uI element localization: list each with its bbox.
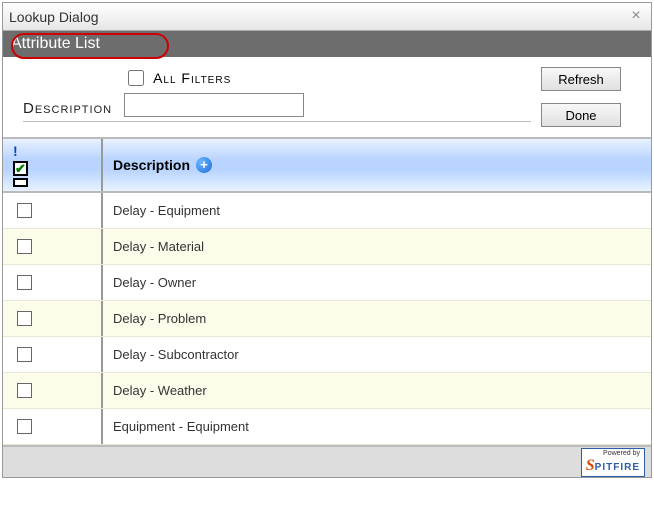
row-select-cell bbox=[3, 337, 103, 372]
description-column-header[interactable]: Description + bbox=[103, 157, 651, 173]
row-description: Delay - Material bbox=[103, 229, 651, 264]
row-description: Delay - Subcontractor bbox=[103, 337, 651, 372]
row-checkbox[interactable] bbox=[17, 239, 32, 254]
row-description: Equipment - Equipment bbox=[103, 409, 651, 444]
row-select-cell bbox=[3, 265, 103, 300]
all-filters-label: All Filters bbox=[153, 70, 231, 86]
row-select-cell bbox=[3, 373, 103, 408]
dialog-title: Lookup Dialog bbox=[9, 9, 99, 25]
row-select-cell bbox=[3, 409, 103, 444]
results-grid: ! Description + Delay - EquipmentDelay -… bbox=[3, 137, 651, 447]
table-row[interactable]: Delay - Owner bbox=[3, 265, 651, 301]
table-row[interactable]: Delay - Problem bbox=[3, 301, 651, 337]
deselect-all-checkbox[interactable] bbox=[13, 178, 28, 187]
row-select-cell bbox=[3, 229, 103, 264]
row-description: Delay - Equipment bbox=[103, 193, 651, 228]
dialog-subtitle: Attribute List bbox=[3, 31, 651, 57]
plus-icon[interactable]: + bbox=[196, 157, 212, 173]
excl-icon: ! bbox=[13, 143, 91, 159]
lookup-dialog: Lookup Dialog × Attribute List Descripti… bbox=[2, 2, 652, 478]
row-checkbox[interactable] bbox=[17, 347, 32, 362]
row-description: Delay - Problem bbox=[103, 301, 651, 336]
grid-header: ! Description + bbox=[3, 139, 651, 193]
footer: Powered by SPITFIRE bbox=[3, 447, 651, 477]
row-description: Delay - Weather bbox=[103, 373, 651, 408]
row-select-cell bbox=[3, 301, 103, 336]
select-column-header: ! bbox=[3, 139, 103, 191]
powered-by-label: Powered by bbox=[603, 450, 640, 457]
brand-badge[interactable]: Powered by SPITFIRE bbox=[581, 448, 645, 477]
all-filters-checkbox[interactable] bbox=[128, 70, 144, 86]
table-row[interactable]: Delay - Weather bbox=[3, 373, 651, 409]
select-all-checkbox[interactable] bbox=[13, 161, 28, 176]
row-checkbox[interactable] bbox=[17, 203, 32, 218]
description-input[interactable] bbox=[124, 93, 304, 117]
table-row[interactable]: Delay - Subcontractor bbox=[3, 337, 651, 373]
brand-initial: S bbox=[586, 457, 595, 474]
table-row[interactable]: Equipment - Equipment bbox=[3, 409, 651, 445]
filter-section: Description All Filters Refresh Done bbox=[3, 57, 651, 137]
refresh-button[interactable]: Refresh bbox=[541, 67, 621, 91]
brand-name: PITFIRE bbox=[595, 462, 640, 473]
description-header-label: Description bbox=[113, 157, 190, 173]
row-description: Delay - Owner bbox=[103, 265, 651, 300]
row-checkbox[interactable] bbox=[17, 275, 32, 290]
done-button[interactable]: Done bbox=[541, 103, 621, 127]
all-filters-toggle[interactable]: All Filters bbox=[124, 67, 304, 89]
row-select-cell bbox=[3, 193, 103, 228]
description-label: Description bbox=[23, 100, 112, 117]
row-checkbox[interactable] bbox=[17, 311, 32, 326]
table-row[interactable]: Delay - Equipment bbox=[3, 193, 651, 229]
close-icon[interactable]: × bbox=[627, 8, 645, 26]
row-checkbox[interactable] bbox=[17, 419, 32, 434]
row-checkbox[interactable] bbox=[17, 383, 32, 398]
title-bar: Lookup Dialog × bbox=[3, 3, 651, 31]
table-row[interactable]: Delay - Material bbox=[3, 229, 651, 265]
